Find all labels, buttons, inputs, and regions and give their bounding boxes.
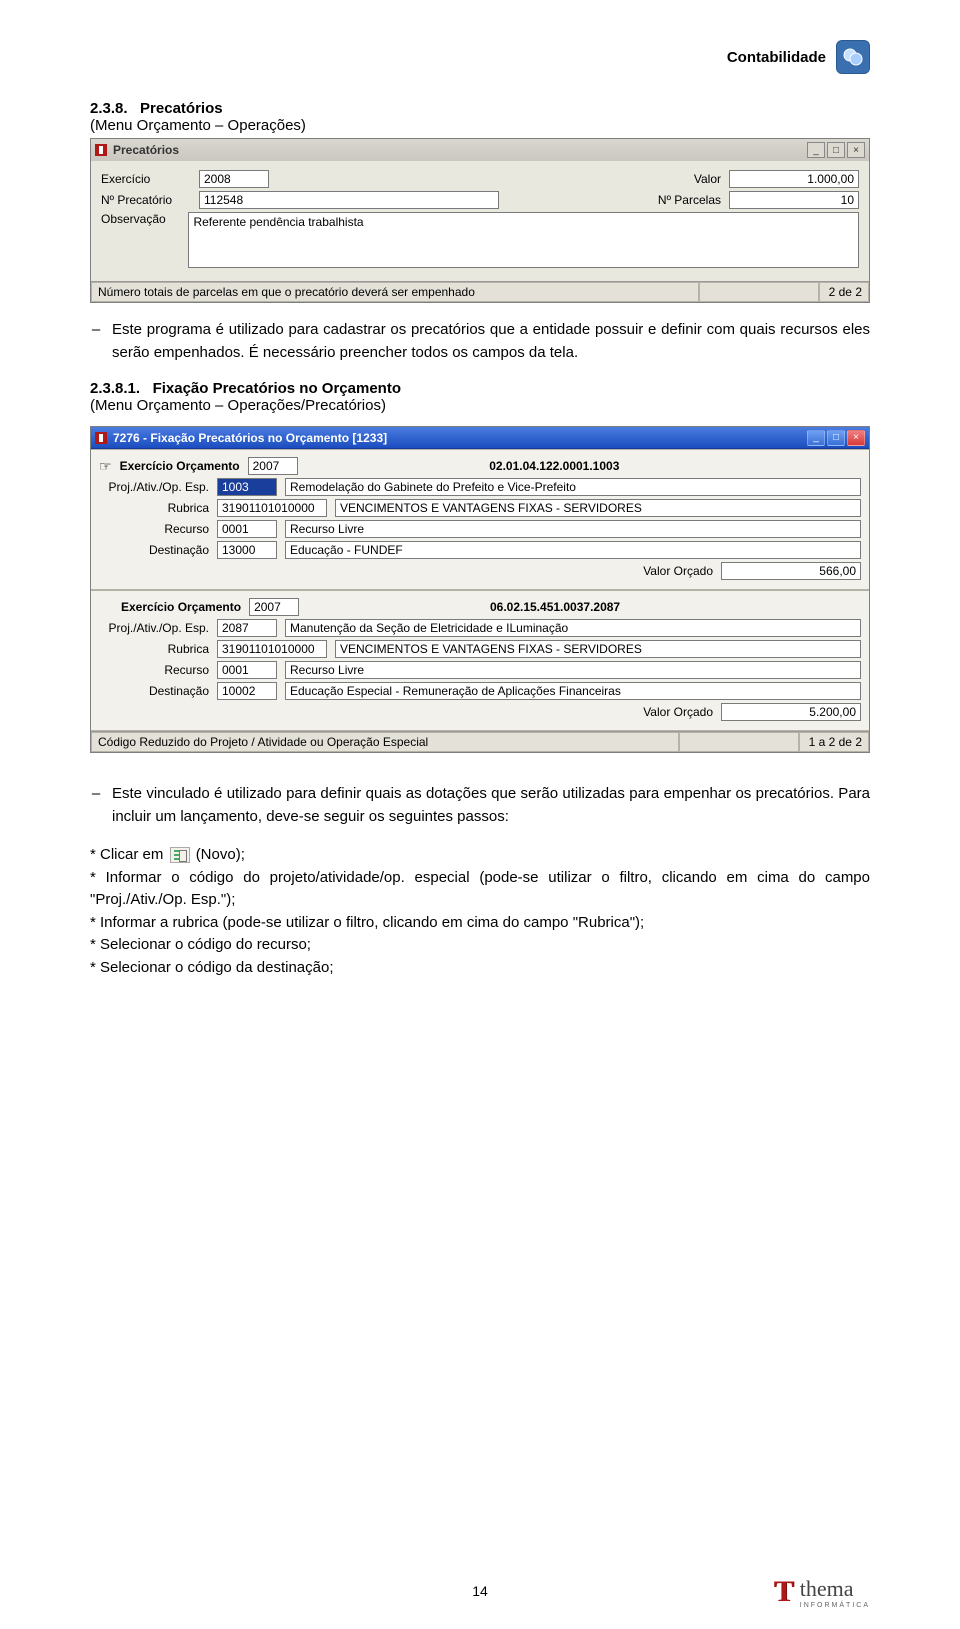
input-recurso-desc-2[interactable]: Recurso Livre [285,661,861,679]
page-header: Contabilidade [90,40,870,74]
label-destinacao-2: Destinação [99,684,209,698]
section-title-2: Fixação Precatórios no Orçamento [153,380,401,397]
menu-path: (Menu Orçamento – Operações) [90,117,870,134]
paragraph-precatorios: – Este programa é utilizado para cadastr… [90,319,870,364]
app-icon [95,432,107,444]
label-exercicio-orc: Exercício Orçamento [120,459,240,473]
step-3: * Informar a rubrica (pode-se utilizar o… [90,912,870,935]
input-valor-orcado-2[interactable]: 5.200,00 [721,703,861,721]
novo-icon [170,847,190,863]
step-5: * Selecionar o código da destinação; [90,957,870,980]
orcamento-group-2: Exercício Orçamento 2007 06.02.15.451.00… [91,590,869,731]
label-exercicio-orc-2: Exercício Orçamento [121,600,241,614]
window-titlebar: Precatórios _ □ × [91,139,869,161]
label-rubrica-2: Rubrica [99,642,209,656]
input-exercicio[interactable]: 2008 [199,170,269,188]
input-rubrica-1[interactable]: 31901101010000 [217,499,327,517]
input-rubrica-desc-1[interactable]: VENCIMENTOS E VANTAGENS FIXAS - SERVIDOR… [335,499,861,517]
status-message: Número totais de parcelas em que o preca… [91,282,699,302]
label-exercicio: Exercício [101,172,191,186]
label-rubrica: Rubrica [99,501,209,515]
input-destinacao-1[interactable]: 13000 [217,541,277,559]
input-num-precatorio[interactable]: 112548 [199,191,499,209]
close-icon[interactable]: × [847,430,865,446]
maximize-icon[interactable]: □ [827,430,845,446]
label-observacao: Observação [101,212,180,226]
input-proj-2[interactable]: 2087 [217,619,277,637]
input-destinacao-desc-1[interactable]: Educação - FUNDEF [285,541,861,559]
input-exercicio-orc-1[interactable]: 2007 [248,457,298,475]
status-counter-2: 1 a 2 de 2 [799,732,869,752]
label-recurso: Recurso [99,522,209,536]
close-icon[interactable]: × [847,142,865,158]
section-heading-2: 2.3.8.1. Fixação Precatórios no Orçament… [90,380,870,397]
minimize-icon[interactable]: _ [807,430,825,446]
section-number-2: 2.3.8.1. [90,380,140,397]
step-1: * Clicar em (Novo); [90,844,870,867]
input-recurso-1[interactable]: 0001 [217,520,277,538]
input-exercicio-orc-2[interactable]: 2007 [249,598,299,616]
footer-logo: T thema INFORMÁTICA [774,1575,870,1609]
input-observacao[interactable]: Referente pendência trabalhista [188,212,859,268]
step-4: * Selecionar o código do recurso; [90,934,870,957]
orc-code-1: 02.01.04.122.0001.1003 [306,459,803,473]
pointer-hand-icon: ☞ [99,458,112,475]
input-proj-1[interactable]: 1003 [217,478,277,496]
input-recurso-2[interactable]: 0001 [217,661,277,679]
label-destinacao: Destinação [99,543,209,557]
status-counter: 2 de 2 [819,282,869,302]
input-proj-desc-1[interactable]: Remodelação do Gabinete do Prefeito e Vi… [285,478,861,496]
label-recurso-2: Recurso [99,663,209,677]
input-valor-orcado-1[interactable]: 566,00 [721,562,861,580]
orcamento-group-1: ☞ Exercício Orçamento 2007 02.01.04.122.… [91,449,869,590]
status-message-2: Código Reduzido do Projeto / Atividade o… [91,732,679,752]
window-title-2: 7276 - Fixação Precatórios no Orçamento … [113,431,387,445]
thema-logo-icon: T [774,1575,794,1609]
status-bar-2: Código Reduzido do Projeto / Atividade o… [91,731,869,752]
orc-code-2: 06.02.15.451.0037.2087 [307,600,803,614]
minimize-icon[interactable]: _ [807,142,825,158]
section-heading: 2.3.8. Precatórios [90,100,870,117]
label-proj: Proj./Ativ./Op. Esp. [99,480,209,494]
label-num-precatorio: Nº Precatório [101,193,191,207]
steps-list: * Clicar em (Novo); * Informar o código … [90,844,870,979]
label-num-parcelas: Nº Parcelas [658,193,721,207]
status-blank [699,282,819,302]
input-destinacao-2[interactable]: 10002 [217,682,277,700]
input-num-parcelas[interactable]: 10 [729,191,859,209]
input-valor[interactable]: 1.000,00 [729,170,859,188]
step-2: * Informar o código do projeto/atividade… [90,867,870,912]
input-destinacao-desc-2[interactable]: Educação Especial - Remuneração de Aplic… [285,682,861,700]
section-number: 2.3.8. [90,100,128,117]
header-brand: Contabilidade [727,49,826,66]
paragraph-fixacao: – Este vinculado é utilizado para defini… [90,783,870,828]
window-titlebar-2: 7276 - Fixação Precatórios no Orçamento … [91,427,869,449]
input-recurso-desc-1[interactable]: Recurso Livre [285,520,861,538]
fixacao-window: 7276 - Fixação Precatórios no Orçamento … [90,426,870,753]
label-valor: Valor [694,172,721,186]
input-rubrica-2[interactable]: 31901101010000 [217,640,327,658]
section-title: Precatórios [140,100,223,117]
status-bar: Número totais de parcelas em que o preca… [91,281,869,302]
footer-brand-sub: INFORMÁTICA [800,1602,870,1609]
header-coins-icon [836,40,870,74]
status-blank-2 [679,732,799,752]
label-valor-orcado: Valor Orçado [643,564,713,578]
input-proj-desc-2[interactable]: Manutenção da Seção de Eletricidade e IL… [285,619,861,637]
menu-path-2: (Menu Orçamento – Operações/Precatórios) [90,397,870,414]
input-rubrica-desc-2[interactable]: VENCIMENTOS E VANTAGENS FIXAS - SERVIDOR… [335,640,861,658]
maximize-icon[interactable]: □ [827,142,845,158]
page-number: 14 [472,1583,488,1599]
window-title: Precatórios [113,143,179,157]
precatorios-window: Precatórios _ □ × Exercício 2008 Valor 1… [90,138,870,303]
app-icon [95,144,107,156]
label-valor-orcado-2: Valor Orçado [643,705,713,719]
label-proj-2: Proj./Ativ./Op. Esp. [99,621,209,635]
footer-brand: thema [800,1576,854,1601]
